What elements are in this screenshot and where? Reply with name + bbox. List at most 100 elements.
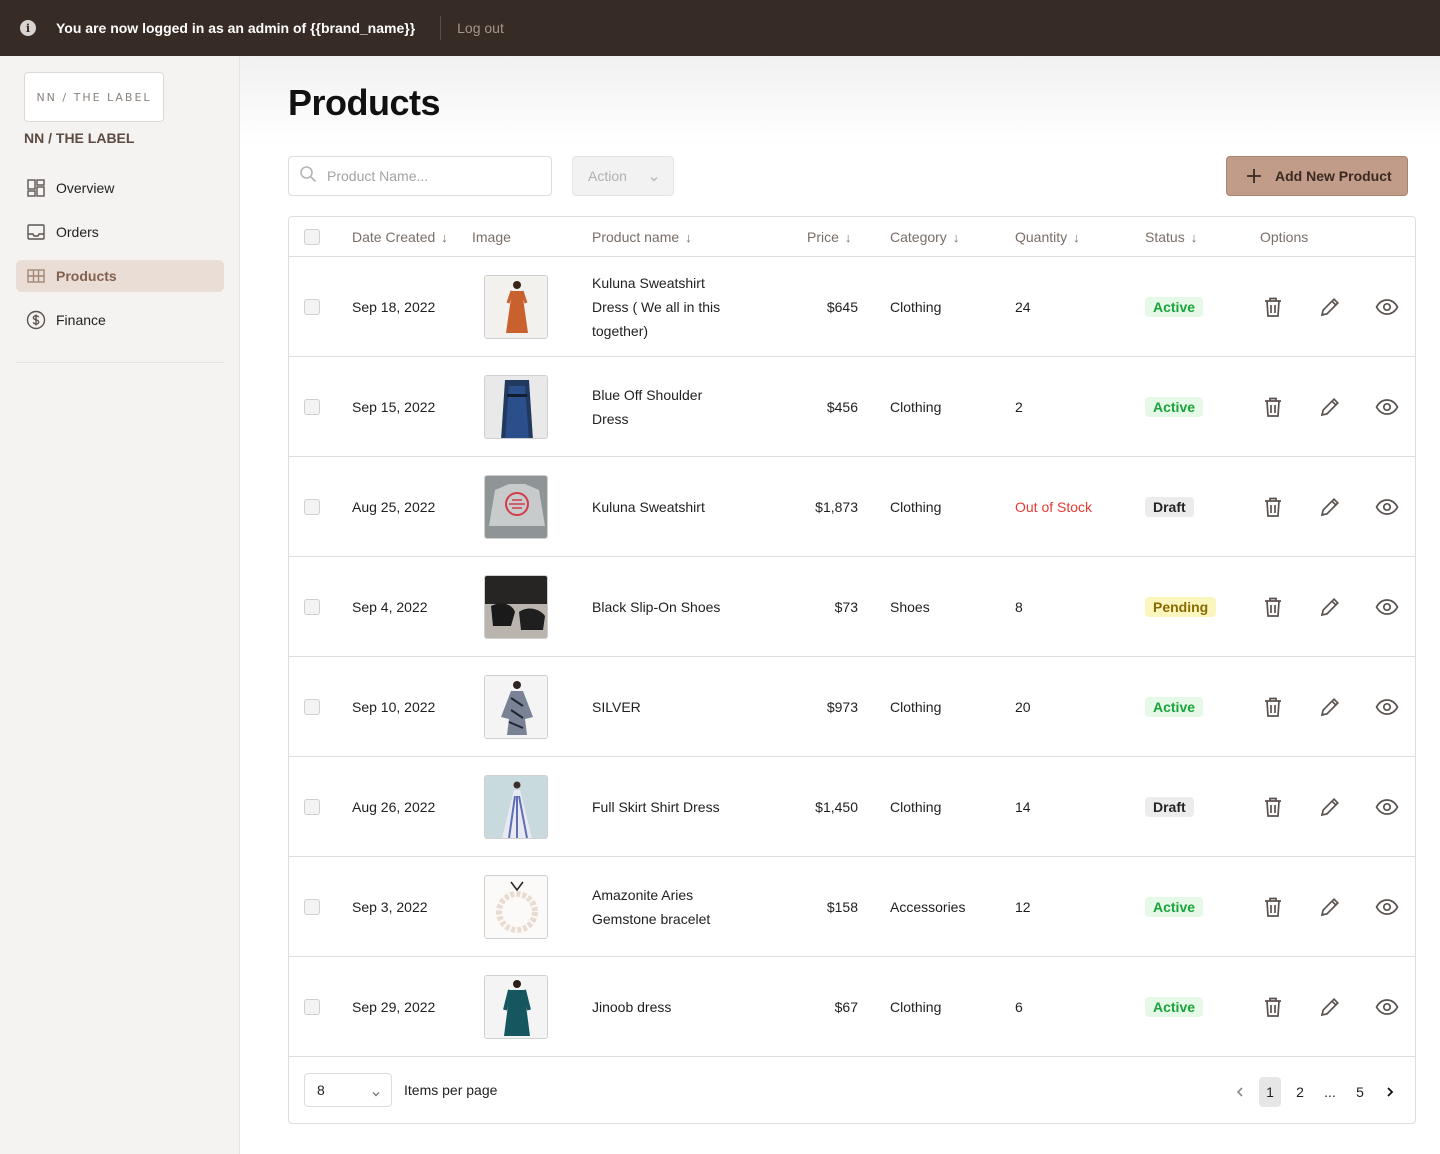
edit-button[interactable] xyxy=(1318,695,1342,719)
sidebar-item-orders[interactable]: Orders xyxy=(16,216,224,248)
product-price: $456 xyxy=(826,399,858,415)
sidebar-item-products[interactable]: Products xyxy=(16,260,224,292)
sidebar-item-overview[interactable]: Overview xyxy=(16,172,224,204)
items-per-page-select[interactable]: 8 xyxy=(304,1073,392,1107)
status-cell: Active xyxy=(1145,657,1204,757)
col-product-name[interactable]: Product name ↓ xyxy=(592,229,692,245)
view-button[interactable] xyxy=(1375,595,1399,619)
select-all-checkbox[interactable] xyxy=(304,229,320,245)
sidebar-item-finance[interactable]: Finance xyxy=(16,304,224,336)
row-checkbox[interactable] xyxy=(304,999,320,1015)
row-checkbox[interactable] xyxy=(304,599,320,615)
product-quantity: 2 xyxy=(1015,399,1023,415)
product-quantity: 8 xyxy=(1015,599,1023,615)
view-button[interactable] xyxy=(1375,495,1399,519)
delete-button[interactable] xyxy=(1261,395,1285,419)
col-image: Image xyxy=(472,229,511,245)
view-button[interactable] xyxy=(1375,995,1399,1019)
delete-button[interactable] xyxy=(1261,695,1285,719)
edit-button[interactable] xyxy=(1318,295,1342,319)
product-category: Clothing xyxy=(890,999,942,1015)
view-button[interactable] xyxy=(1375,695,1399,719)
date-created: Sep 10, 2022 xyxy=(352,699,436,715)
edit-button[interactable] xyxy=(1318,395,1342,419)
product-image[interactable] xyxy=(484,275,548,339)
col-status[interactable]: Status ↓ xyxy=(1145,229,1197,245)
action-dropdown-label: Action xyxy=(588,168,627,184)
col-options: Options xyxy=(1260,229,1308,245)
date-created: Sep 15, 2022 xyxy=(352,399,436,415)
view-button[interactable] xyxy=(1375,895,1399,919)
row-checkbox[interactable] xyxy=(304,899,320,915)
status-cell: Draft xyxy=(1145,457,1194,557)
sidebar-item-label: Orders xyxy=(56,224,99,240)
table-row: Sep 3, 2022 Amazonite Aries Gemstone brac… xyxy=(289,857,1415,957)
sidebar-item-label: Products xyxy=(56,268,117,284)
edit-button[interactable] xyxy=(1318,995,1342,1019)
inbox-tray-icon xyxy=(26,222,46,242)
trash-icon xyxy=(1263,896,1283,918)
sidebar: NN / THE LABEL NN / THE LABEL Overview O… xyxy=(0,56,240,1154)
delete-button[interactable] xyxy=(1261,995,1285,1019)
product-image[interactable] xyxy=(484,375,548,439)
status-badge: Draft xyxy=(1145,497,1194,517)
edit-button[interactable] xyxy=(1318,495,1342,519)
next-page-button[interactable] xyxy=(1379,1077,1401,1107)
info-icon: i xyxy=(20,20,36,36)
row-checkbox[interactable] xyxy=(304,299,320,315)
status-cell: Active xyxy=(1145,257,1204,357)
delete-button[interactable] xyxy=(1261,895,1285,919)
page-button-2[interactable]: 2 xyxy=(1289,1077,1311,1107)
status-badge: Active xyxy=(1145,897,1204,917)
logout-link[interactable]: Log out xyxy=(457,20,504,36)
page-button-5[interactable]: 5 xyxy=(1349,1077,1371,1107)
sidebar-item-label: Overview xyxy=(56,180,115,196)
arrow-down-icon: ↓ xyxy=(1190,229,1198,245)
page-button-1[interactable]: 1 xyxy=(1259,1077,1281,1107)
brand-logo[interactable]: NN / THE LABEL xyxy=(24,72,164,122)
sidebar-divider xyxy=(16,362,224,363)
product-price: $973 xyxy=(826,699,858,715)
pencil-icon xyxy=(1319,996,1341,1018)
col-category[interactable]: Category ↓ xyxy=(890,229,959,245)
col-date-created[interactable]: Date Created ↓ xyxy=(352,229,448,245)
col-quantity[interactable]: Quantity ↓ xyxy=(1015,229,1080,245)
product-image[interactable] xyxy=(484,575,548,639)
edit-button[interactable] xyxy=(1318,895,1342,919)
eye-icon xyxy=(1375,598,1399,616)
action-dropdown[interactable]: Action xyxy=(572,156,674,196)
product-name: Blue Off Shoulder Dress xyxy=(592,387,703,427)
row-checkbox[interactable] xyxy=(304,499,320,515)
product-image[interactable] xyxy=(484,875,548,939)
product-image[interactable] xyxy=(484,975,548,1039)
delete-button[interactable] xyxy=(1261,295,1285,319)
product-image[interactable] xyxy=(484,775,548,839)
row-checkbox[interactable] xyxy=(304,799,320,815)
product-image[interactable] xyxy=(484,675,548,739)
edit-button[interactable] xyxy=(1318,795,1342,819)
view-button[interactable] xyxy=(1375,395,1399,419)
status-cell: Active xyxy=(1145,957,1204,1057)
delete-button[interactable] xyxy=(1261,795,1285,819)
eye-icon xyxy=(1375,698,1399,716)
product-price: $67 xyxy=(834,999,858,1015)
product-category: Clothing xyxy=(890,399,942,415)
brand-name: NN / THE LABEL xyxy=(24,130,135,146)
search-input[interactable] xyxy=(327,168,537,184)
view-button[interactable] xyxy=(1375,795,1399,819)
prev-page-button[interactable] xyxy=(1229,1077,1251,1107)
pencil-icon xyxy=(1319,596,1341,618)
trash-icon xyxy=(1263,796,1283,818)
delete-button[interactable] xyxy=(1261,495,1285,519)
add-new-product-button[interactable]: Add New Product xyxy=(1226,156,1408,196)
product-image[interactable] xyxy=(484,475,548,539)
edit-button[interactable] xyxy=(1318,595,1342,619)
col-price[interactable]: Price ↓ xyxy=(807,229,851,245)
delete-button[interactable] xyxy=(1261,595,1285,619)
date-created: Sep 29, 2022 xyxy=(352,999,436,1015)
trash-icon xyxy=(1263,396,1283,418)
view-button[interactable] xyxy=(1375,295,1399,319)
row-checkbox[interactable] xyxy=(304,399,320,415)
search-box[interactable] xyxy=(288,156,552,196)
row-checkbox[interactable] xyxy=(304,699,320,715)
